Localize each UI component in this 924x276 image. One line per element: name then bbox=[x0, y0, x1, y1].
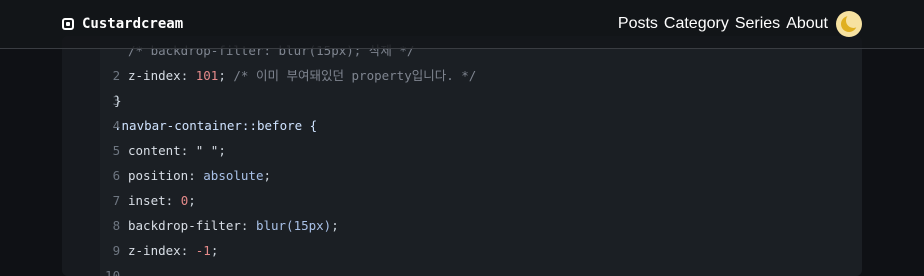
moon-icon bbox=[841, 13, 861, 32]
nav-link-series[interactable]: Series bbox=[735, 13, 780, 35]
code-property: z-index bbox=[128, 243, 181, 258]
code-value: blur(15px) bbox=[255, 218, 332, 233]
code-property: position bbox=[128, 168, 189, 183]
code-comment: /* 이미 부여돼있던 property입니다. */ bbox=[233, 68, 477, 83]
line-number: 10 bbox=[105, 268, 121, 276]
code-property: z-index bbox=[128, 68, 181, 83]
code-line: 7 position: absolute; bbox=[62, 163, 862, 208]
code-text: } bbox=[114, 93, 122, 108]
nav-links: Posts Category Series About bbox=[618, 13, 828, 35]
code-line: 10 z-index: -1; bbox=[62, 238, 862, 276]
code-selector: .navbar-container::before { bbox=[114, 118, 318, 133]
code-line: 5 .navbar-container::before { bbox=[62, 113, 862, 158]
code-property: backdrop-filter bbox=[128, 218, 241, 233]
code-line: 8 inset: 0; bbox=[62, 188, 862, 233]
code-value: 0 bbox=[180, 193, 189, 208]
nav-link-about[interactable]: About bbox=[786, 13, 828, 35]
code-value: " " bbox=[195, 143, 219, 158]
code-value: absolute bbox=[203, 168, 264, 183]
code-property: content bbox=[128, 143, 181, 158]
code-line: 6 content: " "; bbox=[62, 138, 862, 183]
theme-toggle-button[interactable] bbox=[836, 11, 862, 37]
nav-link-category[interactable]: Category bbox=[664, 13, 729, 35]
brand-link[interactable]: Custardcream bbox=[62, 14, 183, 34]
code-line: 4 } bbox=[62, 88, 862, 133]
code-property: inset bbox=[128, 193, 166, 208]
code-line: 3 z-index: 101; /* 이미 부여돼있던 property입니다.… bbox=[62, 63, 862, 108]
blog-logo-icon bbox=[62, 18, 74, 30]
brand-title: Custardcream bbox=[82, 16, 184, 32]
code-value: -1 bbox=[195, 243, 211, 258]
code-value: 101 bbox=[195, 68, 219, 83]
nav-link-posts[interactable]: Posts bbox=[618, 13, 658, 35]
code-block: 2 /* backdrop-filter: blur(15px); 삭제 */ … bbox=[62, 36, 862, 276]
navbar: Custardcream Posts Category Series About bbox=[0, 0, 924, 49]
code-line: 9 backdrop-filter: blur(15px); bbox=[62, 213, 862, 258]
